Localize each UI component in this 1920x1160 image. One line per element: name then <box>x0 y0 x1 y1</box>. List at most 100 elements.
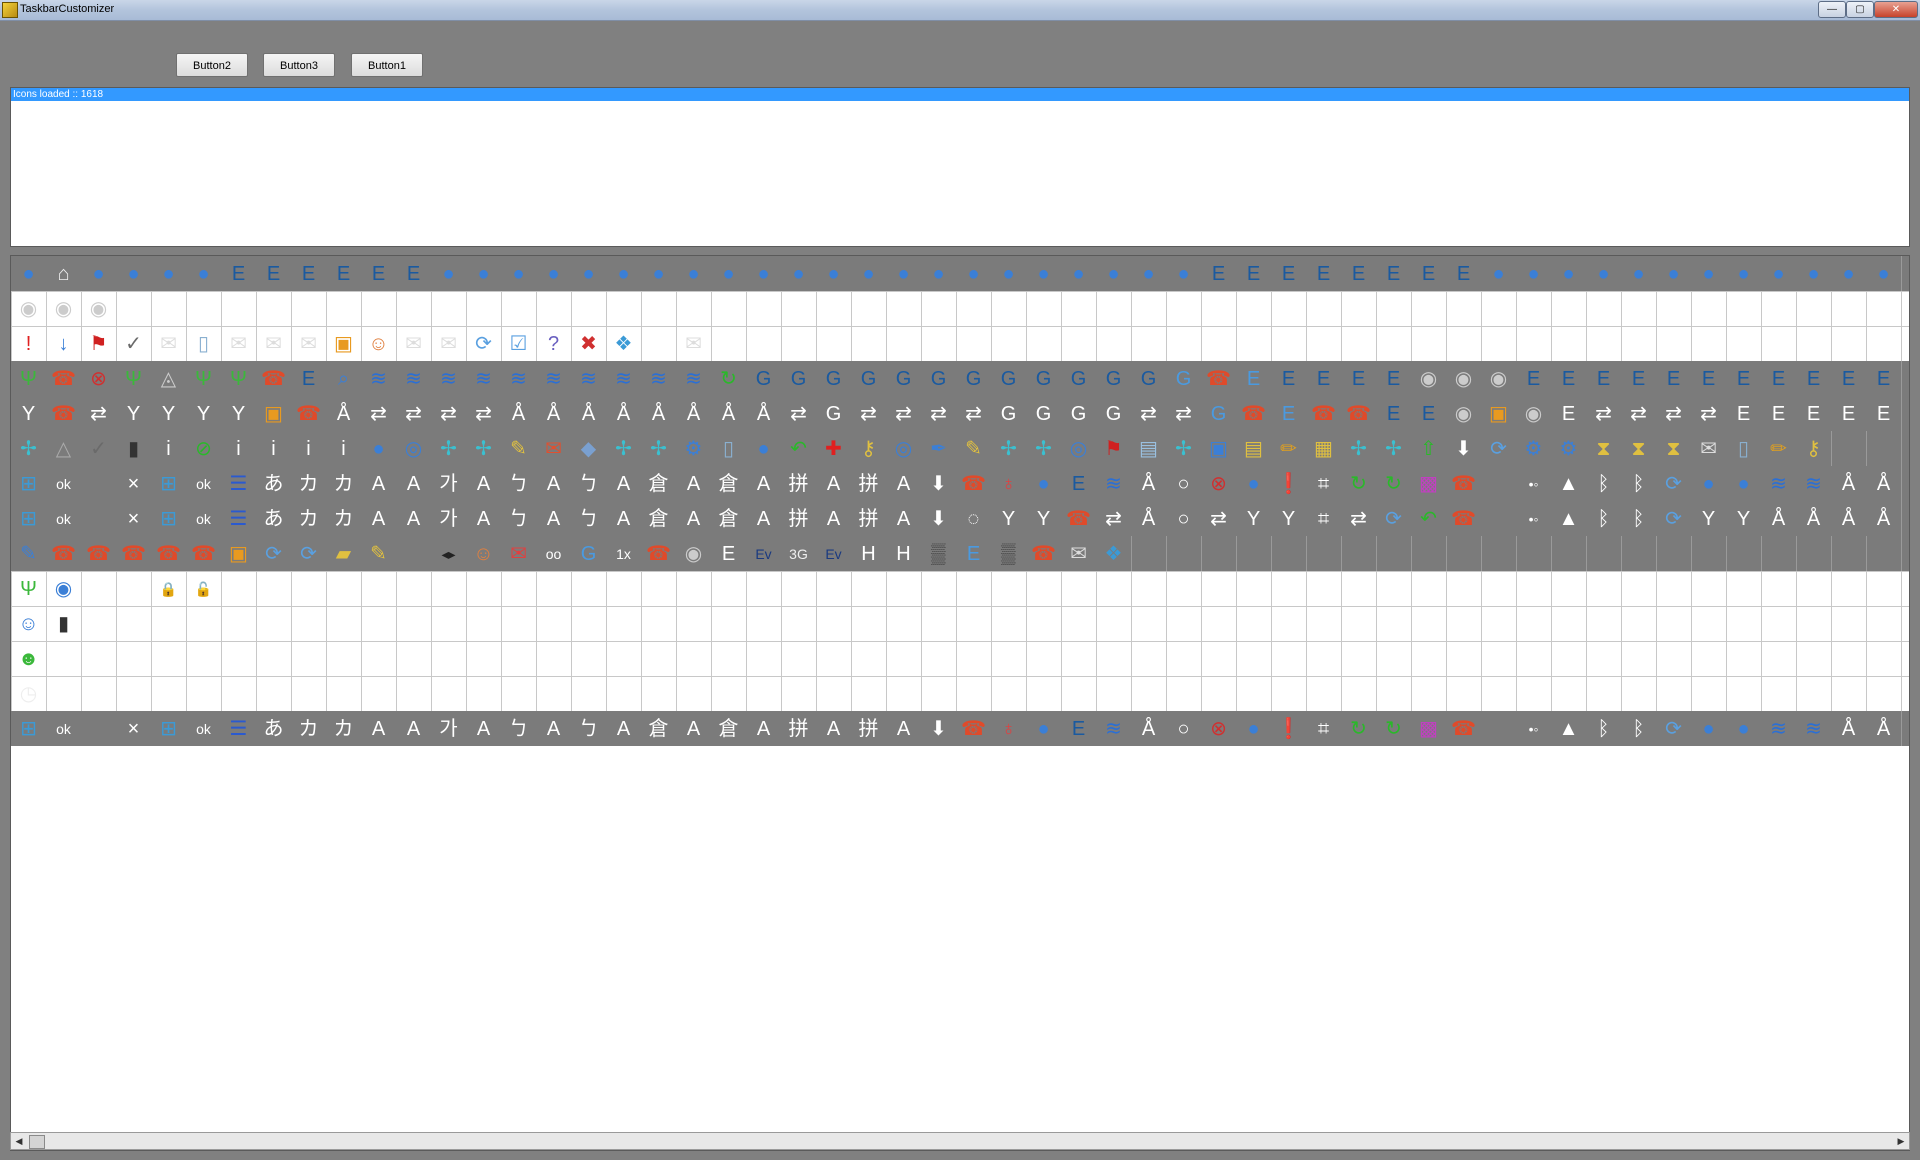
phone-signal-icon[interactable]: E <box>1341 256 1376 291</box>
hiragana-icon[interactable]: あ <box>256 466 291 501</box>
e-box-outline-icon[interactable]: E <box>1271 396 1306 431</box>
document-icon[interactable]: ▤ <box>1131 431 1166 466</box>
info-icon[interactable]: i <box>326 431 361 466</box>
cube-icon[interactable]: ◆ <box>571 431 606 466</box>
globe-icon[interactable]: ● <box>816 256 851 291</box>
globe-icon[interactable]: ● <box>151 256 186 291</box>
voicemail-tape-icon[interactable]: oo <box>536 536 571 571</box>
ev-icon[interactable]: Ev <box>746 536 781 571</box>
filter-icon[interactable]: Y <box>186 396 221 431</box>
phone-icon[interactable]: ☎ <box>1026 536 1061 571</box>
e-letter-icon[interactable]: E <box>1866 396 1901 431</box>
alpha-icon[interactable]: A <box>606 501 641 536</box>
log-list[interactable]: Icons loaded :: 1618 <box>10 87 1910 247</box>
pencil-icon[interactable]: ✏ <box>1271 431 1306 466</box>
g-arrows-icon[interactable]: ⇄ <box>851 396 886 431</box>
down-arrow-icon[interactable]: ↓ <box>46 326 81 361</box>
right-arrow-icon[interactable]: ▶ <box>116 571 151 606</box>
cangjie-icon[interactable]: 倉 <box>641 711 676 746</box>
globe-icon[interactable]: ● <box>1166 256 1201 291</box>
globe-icon[interactable]: ● <box>991 256 1026 291</box>
globe-icon[interactable]: ● <box>606 256 641 291</box>
phone-signal-icon[interactable]: E <box>1061 711 1096 746</box>
gear-icon[interactable]: ⚙ <box>1551 431 1586 466</box>
globe-icon[interactable]: ● <box>1586 256 1621 291</box>
g-letter-icon[interactable]: G <box>1061 396 1096 431</box>
e-signal-icon[interactable]: E <box>1656 361 1691 396</box>
tower-icon[interactable]: Å <box>1761 501 1796 536</box>
filter-icon[interactable]: Y <box>1026 501 1061 536</box>
move-icon[interactable]: ✢ <box>1166 431 1201 466</box>
alpha-icon[interactable]: A <box>361 501 396 536</box>
globe-icon[interactable]: ● <box>956 256 991 291</box>
sync-icon[interactable]: ⟳ <box>1481 431 1516 466</box>
h-letter-icon[interactable]: H <box>851 536 886 571</box>
globe-icon[interactable]: ● <box>1761 256 1796 291</box>
alpha-icon[interactable]: A <box>396 466 431 501</box>
search-icon[interactable]: ⌕ <box>326 361 361 396</box>
phone-signal-icon[interactable]: E <box>1411 256 1446 291</box>
network-icon[interactable]: ⌂ <box>46 256 81 291</box>
sync-icon[interactable]: ⟳ <box>291 536 326 571</box>
refresh-icon[interactable]: ↻ <box>1341 711 1376 746</box>
filter-alert-icon[interactable]: Y <box>1271 501 1306 536</box>
globe-icon[interactable]: ● <box>361 431 396 466</box>
globe-icon[interactable]: ● <box>781 256 816 291</box>
globe-icon[interactable]: ● <box>571 256 606 291</box>
checkmark-icon[interactable]: ✓ <box>81 431 116 466</box>
e-signal-icon[interactable]: E <box>1586 361 1621 396</box>
triangle-icon[interactable]: ▲ <box>1551 711 1586 746</box>
e-box-icon[interactable]: E <box>956 536 991 571</box>
e-signal-icon[interactable]: E <box>1551 361 1586 396</box>
globe-icon[interactable]: ● <box>1516 256 1551 291</box>
alpha-icon[interactable]: A <box>746 501 781 536</box>
download-icon[interactable]: ⬇ <box>921 501 956 536</box>
hiragana-icon[interactable]: あ <box>256 711 291 746</box>
voicemail-icon[interactable]: ✉ <box>501 536 536 571</box>
cangjie-icon[interactable]: 倉 <box>711 711 746 746</box>
bluetooth-icon[interactable]: ᛒ <box>1621 501 1656 536</box>
globe-icon[interactable]: ● <box>886 256 921 291</box>
pattern-icon[interactable]: ▒ <box>991 536 1026 571</box>
g-signal-icon[interactable]: G <box>1026 361 1061 396</box>
speaker-icon[interactable]: ◉ <box>11 291 46 326</box>
wifi-icon[interactable]: ≋ <box>1796 711 1831 746</box>
cangjie-icon[interactable]: 倉 <box>711 466 746 501</box>
phone-device-icon[interactable]: ▯ <box>186 326 221 361</box>
flag-icon[interactable]: ⚑ <box>1096 431 1131 466</box>
alpha-icon[interactable]: A <box>396 711 431 746</box>
key-icon[interactable]: ⚷ <box>1796 431 1831 466</box>
tower-icon[interactable]: Å <box>676 396 711 431</box>
ok-icon[interactable]: ok <box>186 501 221 536</box>
globe-icon[interactable]: ● <box>851 256 886 291</box>
balloon-icon[interactable]: ♁ <box>991 466 1026 501</box>
left-arrow-icon[interactable]: ◀ <box>81 571 116 606</box>
ok-icon[interactable]: ok <box>186 466 221 501</box>
g-signal-icon[interactable]: G <box>1061 361 1096 396</box>
blank-icon[interactable] <box>1481 466 1516 501</box>
checkmark-icon[interactable]: ✓ <box>116 326 151 361</box>
e-signal-icon[interactable]: E <box>1831 361 1866 396</box>
dot-signal-icon[interactable]: •◦ <box>1516 711 1551 746</box>
mail-icon[interactable]: ✉ <box>151 326 186 361</box>
scroll-thumb[interactable] <box>29 1135 45 1149</box>
notes-icon[interactable]: ✎ <box>501 431 536 466</box>
e-letter-icon[interactable]: E <box>1796 396 1831 431</box>
alpha-icon[interactable]: A <box>676 711 711 746</box>
speaker-icon[interactable]: ◉ <box>1446 361 1481 396</box>
download-icon[interactable]: ⬇ <box>1446 431 1481 466</box>
tower-icon[interactable]: Å <box>1131 711 1166 746</box>
notepad-icon[interactable]: ✎ <box>11 536 46 571</box>
phone-x-icon[interactable]: ☎ <box>46 361 81 396</box>
log-line-selected[interactable]: Icons loaded :: 1618 <box>11 88 1909 101</box>
globe-blocked-icon[interactable]: ● <box>81 256 116 291</box>
bopomofo-icon[interactable]: ㄅ <box>571 501 606 536</box>
blank-icon[interactable] <box>1481 711 1516 746</box>
speaker-muted-icon[interactable]: ◉ <box>1516 396 1551 431</box>
g-signal-icon[interactable]: G <box>921 361 956 396</box>
clipboard-icon[interactable]: ▤ <box>1236 431 1271 466</box>
wifi-icon[interactable]: ≋ <box>501 361 536 396</box>
globe-icon[interactable]: ● <box>1481 256 1516 291</box>
undo-icon[interactable]: ↶ <box>781 431 816 466</box>
mail-icon[interactable]: ✉ <box>1691 431 1726 466</box>
